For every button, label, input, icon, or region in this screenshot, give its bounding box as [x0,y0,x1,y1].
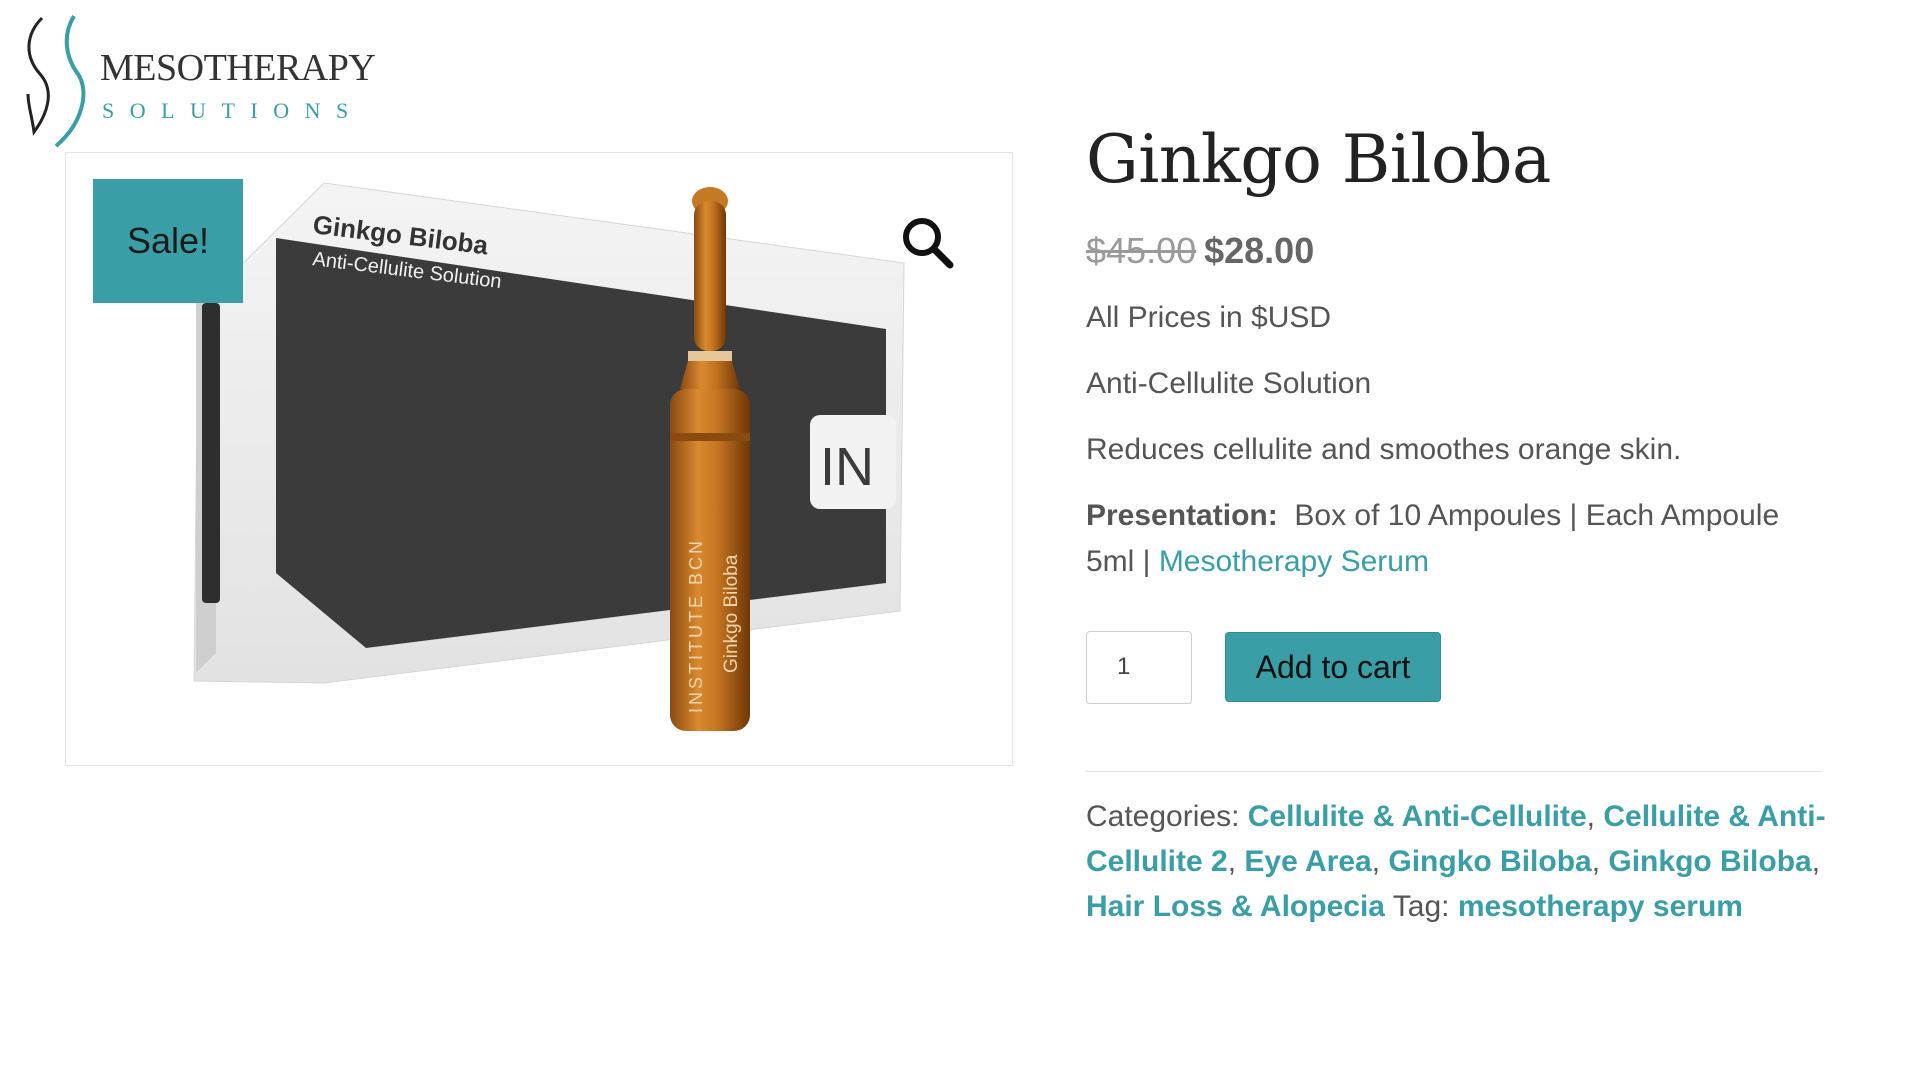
category-link[interactable]: Hair Loss & Alopecia [1086,890,1385,923]
presentation-info: Presentation: Box of 10 Ampoules | Each … [1086,493,1826,585]
currency-note: All Prices in $USD [1086,301,1332,334]
product-meta: Categories: Cellulite & Anti-Cellulite, … [1086,800,1826,923]
sale-price: $28.00 [1204,230,1315,271]
ampoule-brand: INSTITUTE BCN [686,538,706,713]
product-summary: Ginkgo Biloba $45.00 $28.00 All Prices in… [1086,118,1826,929]
ampoule-label-band [670,433,750,441]
product-title: Ginkgo Biloba [1086,121,1551,198]
ampoule-shoulder [680,361,740,389]
divider [1086,771,1822,772]
presentation-label: Presentation: [1086,499,1278,532]
price: $45.00 $28.00 [1086,228,1826,274]
category-link[interactable]: Ginkgo Biloba [1608,845,1811,878]
category-link[interactable]: Gingko Biloba [1388,845,1591,878]
mesotherapy-serum-link[interactable]: Mesotherapy Serum [1159,545,1429,578]
product-subtitle: Anti-Cellulite Solution [1086,367,1372,400]
box-logo: IN [820,437,874,497]
logo-tagline: SOLUTIONS [102,98,364,123]
quantity-input[interactable] [1086,630,1192,704]
logo-wordmark: MESOTHERAPY [100,47,376,89]
sale-badge: Sale! [93,179,243,303]
logo-swirl-icon [26,14,86,148]
ampoule-head [694,201,726,351]
add-to-cart-button[interactable]: Add to cart [1225,632,1441,702]
category-link[interactable]: Eye Area [1244,845,1371,878]
product-description: Reduces cellulite and smoothes orange sk… [1086,433,1682,466]
box-spine [202,303,220,603]
categories-label: Categories: [1086,800,1240,833]
regular-price: $45.00 [1086,230,1197,271]
site-logo[interactable]: MESOTHERAPY SOLUTIONS [22,12,382,152]
product-gallery: IN Ginkgo Biloba Anti-Cellulite Solution… [65,152,1013,766]
ampoule-label: Ginkgo Biloba [721,554,742,673]
tag-link[interactable]: mesotherapy serum [1458,890,1743,923]
add-to-cart-form: Add to cart [1086,630,1826,704]
category-link[interactable]: Cellulite & Anti-Cellulite [1248,800,1587,833]
tag-label: Tag: [1392,890,1450,923]
zoom-magnifier-icon[interactable] [898,213,956,271]
ampoule-ring [688,351,732,361]
